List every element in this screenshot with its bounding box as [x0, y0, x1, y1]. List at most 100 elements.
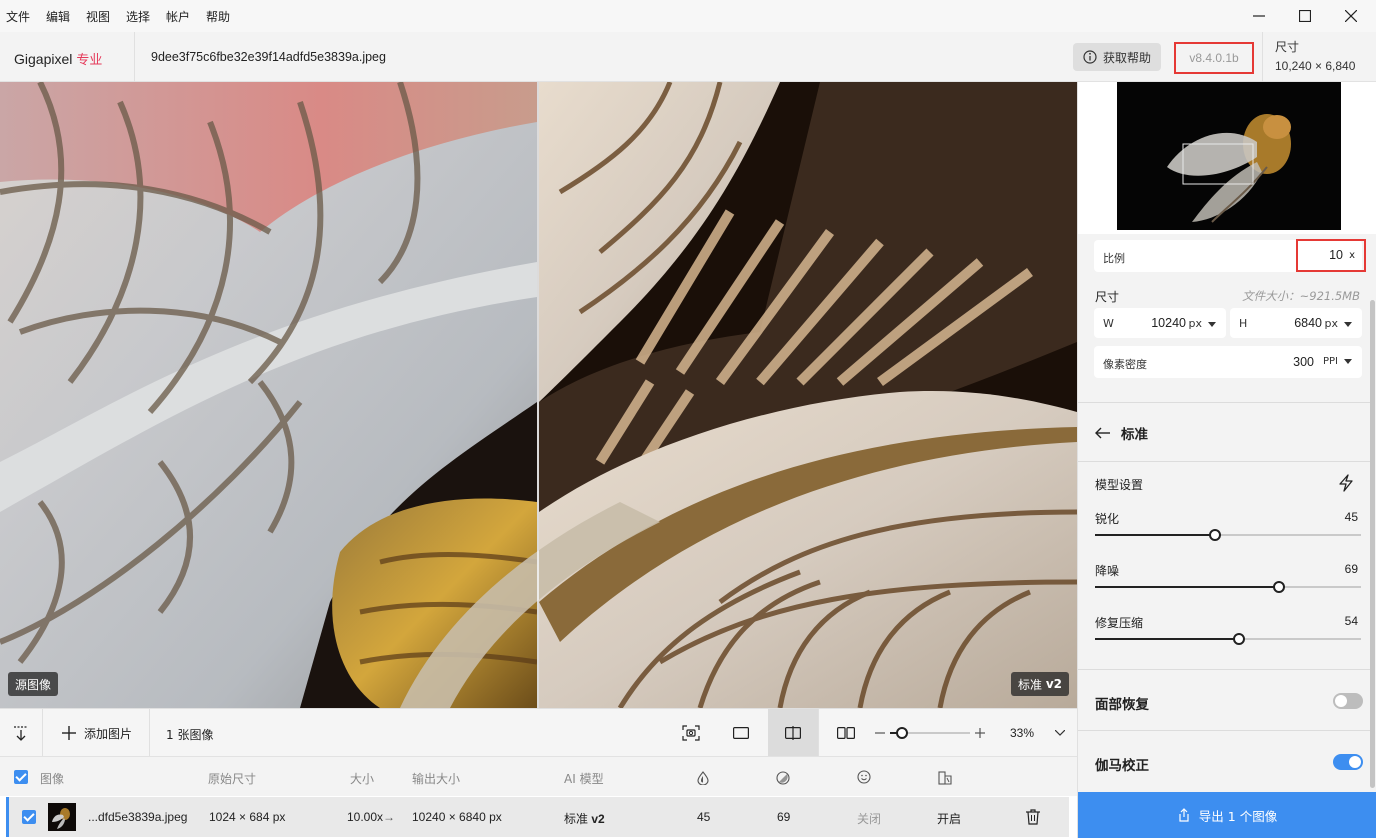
row-output-size: 10240 × 6840 px	[412, 810, 502, 824]
scale-unit: x	[1349, 250, 1355, 261]
zoom-slider-handle[interactable]	[896, 727, 908, 739]
zoom-out-button[interactable]	[872, 709, 888, 757]
ppi-label: 像素密度	[1103, 358, 1147, 371]
fix-compression-slider-handle[interactable]	[1232, 633, 1245, 645]
fix-compression-slider-fill	[1095, 638, 1239, 640]
width-unit: px	[1188, 317, 1203, 330]
scale-value-highlight[interactable]: 10 x	[1296, 239, 1366, 272]
model-badge: 标准 v2	[1011, 672, 1070, 696]
add-images-label: 添加图片	[83, 726, 132, 741]
caret-down-icon	[1344, 321, 1352, 327]
scale-label: 比例	[1103, 252, 1125, 265]
panel-scrollbar[interactable]	[1370, 300, 1375, 788]
cicada-mini-thumbnail	[52, 808, 70, 829]
image-list-row[interactable]: ...dfd5e3839a.jpeg 1024 × 684 px 10.00x→…	[6, 797, 1069, 837]
zoom-level[interactable]: 33%	[1010, 726, 1034, 740]
zoom-in-button[interactable]	[972, 709, 988, 757]
side-by-side-icon	[837, 727, 855, 739]
menu-help[interactable]: 帮助	[206, 8, 230, 25]
back-to-models-button[interactable]: 标准	[1095, 422, 1175, 444]
row-sharpen: 45	[697, 810, 711, 824]
trash-icon[interactable]	[1026, 809, 1040, 825]
brand-edition: 专业	[76, 52, 103, 67]
screenshot-view-button[interactable]	[670, 709, 712, 757]
ppi-unit-dropdown[interactable]: PPI	[1323, 356, 1352, 367]
col-scale: 大小	[350, 772, 375, 786]
get-help-button[interactable]: 获取帮助	[1073, 43, 1161, 71]
denoise-icon	[776, 771, 790, 785]
header-divider-2	[1262, 32, 1263, 82]
menu-bar: 文件 编辑 视图 选择 帐户 帮助	[0, 0, 1376, 32]
export-button[interactable]: 导出 1 个图像	[1078, 792, 1376, 838]
settings-panel: 比例 10 x 尺寸 文件大小：~921.5MB W 10240 px H 68…	[1077, 82, 1376, 838]
gamma-correction-toggle[interactable]	[1333, 754, 1363, 770]
fix-compression-label: 修复压缩	[1095, 616, 1144, 630]
ppi-unit: PPI	[1322, 356, 1338, 367]
get-help-label: 获取帮助	[1102, 50, 1151, 65]
divider	[1078, 669, 1370, 670]
single-view-button[interactable]	[720, 709, 762, 757]
add-images-button[interactable]: 添加图片	[52, 709, 142, 757]
zoom-dropdown-button[interactable]	[1050, 709, 1070, 757]
fix-compression-slider[interactable]	[1095, 633, 1361, 645]
denoise-slider-handle[interactable]	[1272, 581, 1285, 593]
lightning-icon[interactable]	[1338, 474, 1354, 492]
width-unit-dropdown[interactable]: px	[1188, 317, 1216, 330]
source-image-badge: 源图像	[8, 672, 59, 696]
navigator-thumbnail[interactable]	[1117, 82, 1341, 230]
height-unit-dropdown[interactable]: px	[1325, 317, 1352, 330]
split-view-button[interactable]	[768, 709, 818, 757]
sharpen-slider-fill	[1095, 534, 1215, 536]
arrow-right-icon: →	[383, 810, 396, 824]
sharpen-drop-icon	[697, 771, 709, 785]
file-size-estimate: 文件大小：~921.5MB	[1242, 289, 1360, 303]
row-model-version: v2	[591, 812, 605, 826]
row-scale: 10.00x→	[347, 810, 395, 824]
face-recovery-toggle[interactable]	[1333, 693, 1363, 709]
minimize-button[interactable]	[1236, 0, 1282, 32]
toolbar-divider	[818, 709, 819, 757]
toggle-knob	[1335, 695, 1347, 707]
row-thumbnail	[48, 803, 76, 831]
scale-value: 10	[1329, 248, 1343, 262]
ppi-value: 300	[1293, 355, 1314, 369]
col-ai-model: AI 模型	[564, 772, 604, 786]
image-preview[interactable]: 源图像 标准 v2	[0, 82, 1077, 708]
zoom-slider[interactable]	[890, 727, 970, 739]
width-field[interactable]: W 10240 px	[1094, 308, 1226, 338]
width-value: 10240	[1151, 316, 1186, 330]
menu-edit[interactable]: 编辑	[46, 8, 70, 25]
face-recovery-label: 面部恢复	[1095, 697, 1149, 713]
plus-icon	[975, 728, 985, 738]
maximize-button[interactable]	[1282, 0, 1328, 32]
row-checkbox[interactable]	[22, 810, 36, 824]
denoise-slider-fill	[1095, 586, 1279, 588]
version-label: v8.4.0.1b	[1174, 42, 1254, 74]
menu-view[interactable]: 视图	[86, 8, 110, 25]
split-view-icon	[785, 726, 801, 740]
row-ai-model: 标准 v2	[564, 810, 605, 827]
menu-select[interactable]: 选择	[126, 8, 150, 25]
side-by-side-view-button[interactable]	[826, 709, 866, 757]
select-all-checkbox[interactable]	[14, 770, 28, 784]
ppi-field[interactable]: 像素密度 300 PPI	[1094, 346, 1362, 378]
maximize-icon	[1299, 10, 1311, 22]
menu-file[interactable]: 文件	[6, 8, 30, 25]
brand-name: Gigapixel	[14, 51, 73, 67]
sharpen-slider-handle[interactable]	[1208, 529, 1221, 541]
compare-split-line[interactable]	[537, 82, 539, 708]
app-header: Gigapixel 专业 9dee3f75c6fbe32e39f14adfd5e3…	[0, 32, 1376, 82]
face-icon	[857, 770, 871, 784]
height-field[interactable]: H 6840 px	[1230, 308, 1362, 338]
denoise-slider[interactable]	[1095, 581, 1361, 593]
divider	[1078, 402, 1370, 403]
collapse-list-button[interactable]	[0, 709, 42, 757]
col-original-size: 原始尺寸	[208, 772, 257, 786]
row-face-recovery: 关闭	[857, 812, 882, 826]
denoise-value: 69	[1344, 562, 1358, 576]
model-badge-version: v2	[1045, 677, 1063, 691]
menu-account[interactable]: 帐户	[166, 8, 190, 25]
sharpen-slider[interactable]	[1095, 529, 1361, 541]
close-button[interactable]	[1328, 0, 1374, 32]
width-label: W	[1103, 317, 1114, 330]
